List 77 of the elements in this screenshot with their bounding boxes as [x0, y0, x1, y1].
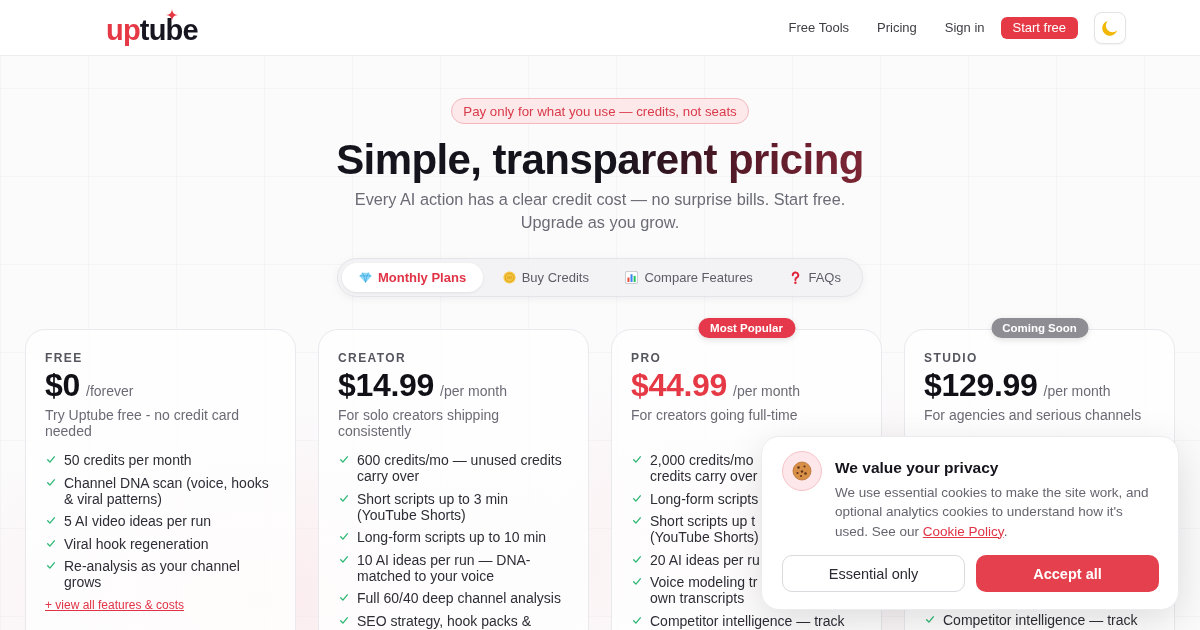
check-icon [633, 616, 641, 624]
plan-description: For creators going full-time [631, 407, 799, 425]
check-icon [633, 517, 641, 524]
plan-tab[interactable]: FAQs [772, 263, 858, 292]
check-icon [340, 616, 348, 624]
nav-link[interactable]: Free Tools [788, 20, 850, 35]
plan-description: For agencies and serious channels [924, 407, 1143, 425]
check-icon [633, 578, 641, 585]
plan-name: FREE [45, 351, 84, 365]
check-icon [340, 594, 348, 601]
feature-text: 2,000 credits/mo credits carry over [650, 452, 758, 484]
check-icon [340, 456, 348, 463]
check-icon [340, 533, 348, 540]
feature-text: Full 60/40 deep channel analysis [357, 590, 561, 606]
price-amount: $129.99 [924, 367, 1038, 403]
check-icon [633, 555, 641, 563]
plan-tab[interactable]: Buy Credits [485, 263, 606, 292]
check-icon [340, 555, 348, 563]
feature-text: Competitor intelligence — track [650, 612, 845, 629]
price-amount: $44.99 [631, 367, 728, 403]
feature-text: 50 credits per month [64, 452, 192, 468]
plan-name: STUDIO [924, 351, 979, 365]
feature-text: 600 credits/mo — unused credits carry over [357, 452, 563, 484]
coin-icon [502, 271, 516, 284]
feature-text: 10 AI ideas per run — DNA-matched to your voice [357, 551, 532, 584]
check-icon [926, 616, 934, 623]
price-period: /per month [1043, 383, 1111, 399]
check-icon [633, 494, 641, 502]
cookie-text: We use essential cookies to make the site work, and optional analytics cookies to understand how it's used. See our Cookie Policy. [835, 483, 1150, 541]
cookie-policy-link[interactable]: Cookie Policy [922, 523, 1004, 539]
plan-name: CREATOR [338, 351, 408, 365]
feature-text: Channel DNA scan (voice, hooks & viral patterns) [64, 474, 270, 507]
cookie-icon [782, 450, 822, 491]
feature-text: Long-form scripts up to 10 min [357, 529, 547, 545]
nav-link[interactable]: Sign in [944, 20, 985, 35]
feature-text: SEO strategy, hook packs & [357, 612, 532, 629]
check-icon [340, 494, 348, 502]
feature-text: Competitor intelligence — track [943, 612, 1138, 628]
nav-link[interactable]: Pricing [877, 20, 917, 35]
start-free-button[interactable]: Start free [1000, 16, 1078, 39]
page-subtitle: Every AI action has a clear credit cost — no surprise bills. Start free. Upgrade as you grow. [353, 189, 847, 233]
plan-description: For solo creators shipping consistently [338, 407, 501, 439]
feature-text: Long-form scripts [650, 490, 759, 507]
moon-icon [1102, 19, 1118, 36]
feature-text: 20 AI ideas per ru [650, 551, 760, 568]
popular-badge: Most Popular [698, 318, 795, 338]
check-icon [47, 562, 55, 569]
check-icon [47, 517, 55, 524]
price-period: /per month [440, 383, 507, 399]
plan-tab[interactable]: Monthly Plans [342, 263, 484, 292]
price-amount: $0 [45, 367, 80, 403]
features-link[interactable]: + view all features & costs [45, 598, 185, 612]
feature-text: Re-analysis as your channel grows [64, 558, 241, 590]
plan-description: Try Uptube free - no credit card needed [45, 407, 240, 439]
check-icon [633, 456, 641, 463]
price-period: /forever [86, 383, 134, 399]
promo-badge: Pay only for what you use — credits, not seats [451, 98, 749, 124]
feature-text: Short scripts up to 3 min (YouTube Shorts) [357, 490, 509, 523]
feature-text: 5 AI video ideas per run [64, 513, 212, 529]
plan-tab[interactable]: Compare Features [608, 263, 770, 292]
price-amount: $14.99 [338, 367, 435, 403]
essential-only-button[interactable]: Essential only [782, 555, 965, 592]
check-icon [47, 539, 55, 547]
theme-toggle-button[interactable] [1094, 11, 1126, 44]
bar-chart-icon [625, 271, 639, 284]
gem-icon [359, 271, 372, 284]
logo-wordmark[interactable]: uptube [106, 14, 198, 45]
feature-text: Viral hook regeneration [64, 535, 209, 552]
cookie-title: We value your privacy [835, 457, 1000, 478]
plan-name: PRO [631, 351, 663, 365]
accept-all-button[interactable]: Accept all [976, 555, 1159, 592]
check-icon [47, 478, 55, 486]
price-period: /per month [733, 383, 800, 399]
coming-soon-badge: Coming Soon [991, 318, 1088, 338]
feature-text: Voice modeling tr own transcripts [650, 574, 758, 606]
check-icon [47, 456, 55, 463]
feature-text: Short scripts up t (YouTube Shorts) [650, 513, 759, 545]
